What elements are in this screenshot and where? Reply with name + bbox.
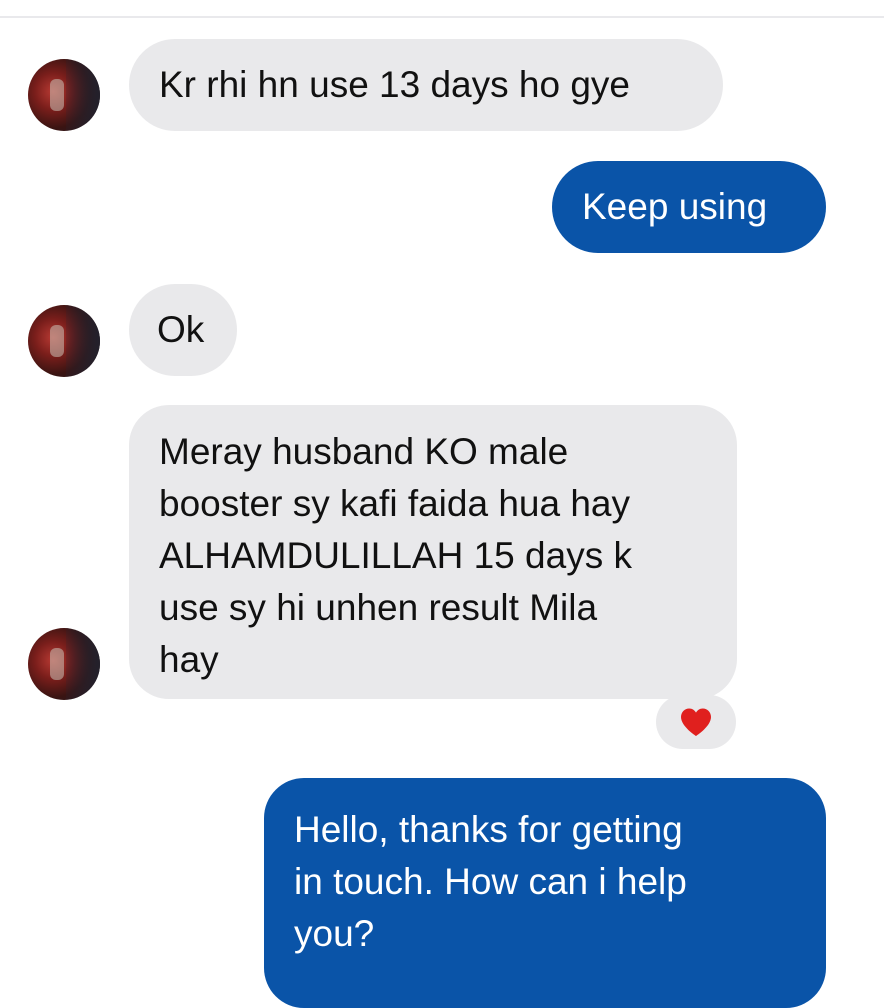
avatar-shade	[66, 59, 100, 131]
contact-avatar[interactable]	[28, 59, 100, 131]
outgoing-message[interactable]: Keep using	[552, 161, 826, 253]
incoming-message[interactable]: Kr rhi hn use 13 days ho gye	[129, 39, 723, 131]
avatar-highlight	[50, 648, 64, 680]
contact-avatar[interactable]	[28, 628, 100, 700]
contact-avatar[interactable]	[28, 305, 100, 377]
heart-icon	[681, 708, 711, 736]
incoming-message[interactable]: Meray husband KO male booster sy kafi fa…	[129, 405, 737, 699]
top-divider	[0, 0, 884, 18]
incoming-message[interactable]: Ok	[129, 284, 237, 376]
avatar-highlight	[50, 325, 64, 357]
avatar-highlight	[50, 79, 64, 111]
avatar-shade	[66, 628, 100, 700]
outgoing-message[interactable]: Hello, thanks for getting in touch. How …	[264, 778, 826, 1008]
avatar-shade	[66, 305, 100, 377]
message-reaction[interactable]	[656, 695, 736, 749]
